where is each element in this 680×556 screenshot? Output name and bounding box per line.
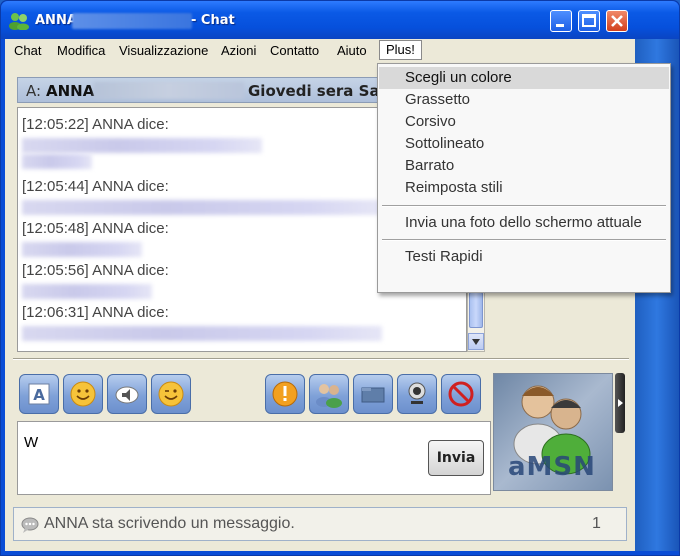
maximize-button[interactable] <box>578 10 600 32</box>
menu-item-underline[interactable]: Sottolineato <box>379 133 669 155</box>
menu-item-italic[interactable]: Corsivo <box>379 111 669 133</box>
message-input-value: W <box>24 434 39 451</box>
chat-message-header: [12:05:44] ANNA dice: <box>22 178 169 195</box>
menu-item-choose-color[interactable]: Scegli un colore <box>379 67 669 89</box>
menu-separator <box>382 239 666 241</box>
header-redacted-surname <box>94 82 244 99</box>
emoticon-button[interactable] <box>63 374 103 414</box>
arrow-down-icon <box>472 339 480 345</box>
chat-window: ANNA - Chat Chat Modifica Visualizzazion… <box>0 0 680 556</box>
minimize-button[interactable] <box>550 10 572 32</box>
send-button[interactable]: Invia <box>428 440 484 476</box>
menu-chat[interactable]: Chat <box>14 43 41 58</box>
menu-separator <box>382 205 666 207</box>
close-button[interactable] <box>606 10 628 32</box>
menu-modifica[interactable]: Modifica <box>57 43 105 58</box>
menu-item-strikethrough[interactable]: Barrato <box>379 155 669 177</box>
menu-contatto[interactable]: Contatto <box>270 43 319 58</box>
typing-status: ANNA sta scrivendo un messaggio. <box>44 515 295 532</box>
avatar-label: aMSN <box>508 452 596 482</box>
window-title-name: ANNA <box>35 13 77 28</box>
title-bar[interactable]: ANNA - Chat <box>1 1 679 39</box>
svg-text:A: A <box>33 386 45 404</box>
contact-name: ANNA <box>46 82 95 100</box>
menu-item-bold[interactable]: Grassetto <box>379 89 669 111</box>
menu-azioni[interactable]: Azioni <box>221 43 256 58</box>
menu-visualizzazione[interactable]: Visualizzazione <box>119 43 208 58</box>
window-title-suffix: - Chat <box>191 13 235 28</box>
redacted-message <box>22 200 382 215</box>
webcam-icon <box>408 382 426 404</box>
chat-message-header: [12:06:31] ANNA dice: <box>22 304 169 321</box>
wink-button[interactable] <box>151 374 191 414</box>
menu-plus[interactable]: Plus! <box>379 40 422 60</box>
avatar[interactable]: aMSN <box>493 373 613 491</box>
plus-menu-dropdown: Scegli un colore Grassetto Corsivo Sotto… <box>377 63 671 293</box>
close-icon <box>611 15 623 27</box>
typing-bubble-icon <box>21 517 39 533</box>
sound-button[interactable] <box>107 374 147 414</box>
chat-message-header: [12:05:48] ANNA dice: <box>22 220 169 237</box>
message-counter: 1 <box>592 515 601 532</box>
personal-message: Giovedi sera Sal <box>248 82 385 100</box>
nudge-button[interactable] <box>265 374 305 414</box>
redacted-message <box>22 138 262 153</box>
block-icon <box>448 381 474 407</box>
status-bar: ANNA sta scrivendo un messaggio. 1 <box>13 507 627 541</box>
minimize-icon <box>556 24 564 27</box>
font-button[interactable]: A <box>19 374 59 414</box>
invite-button[interactable] <box>309 374 349 414</box>
menu-aiuto[interactable]: Aiuto <box>337 43 367 58</box>
redacted-message <box>22 242 142 257</box>
amsn-buddies-icon <box>9 13 29 30</box>
sound-icon <box>115 386 139 404</box>
redacted-message <box>22 284 152 299</box>
menu-item-quick-texts[interactable]: Testi Rapidi <box>379 246 669 268</box>
scroll-down-button[interactable] <box>468 333 484 350</box>
send-file-button[interactable] <box>353 374 393 414</box>
maximize-icon <box>582 14 596 27</box>
nudge-icon <box>272 381 298 407</box>
send-file-icon <box>361 387 385 403</box>
font-icon: A <box>28 383 50 405</box>
to-label: A: <box>26 82 42 100</box>
smiley-icon <box>70 381 96 407</box>
menu-item-reset-styles[interactable]: Reimposta stili <box>379 177 669 199</box>
invite-icon <box>316 384 342 408</box>
redacted-message <box>22 326 382 341</box>
avatar-toggle-button[interactable] <box>615 373 625 433</box>
title-redacted-surname <box>72 13 192 29</box>
message-input[interactable]: W Invia <box>17 421 491 495</box>
pane-divider[interactable] <box>13 358 629 360</box>
block-button[interactable] <box>441 374 481 414</box>
menu-bar: Chat Modifica Visualizzazione Azioni Con… <box>5 39 635 61</box>
webcam-button[interactable] <box>397 374 437 414</box>
scroll-thumb[interactable] <box>469 292 483 328</box>
redacted-message <box>22 154 92 169</box>
wink-icon <box>158 381 184 407</box>
arrow-right-icon <box>618 399 623 407</box>
menu-item-send-screenshot[interactable]: Invia una foto dello schermo attuale <box>379 212 669 234</box>
chat-message-header: [12:05:22] ANNA dice: <box>22 116 169 133</box>
chat-message-header: [12:05:56] ANNA dice: <box>22 262 169 279</box>
